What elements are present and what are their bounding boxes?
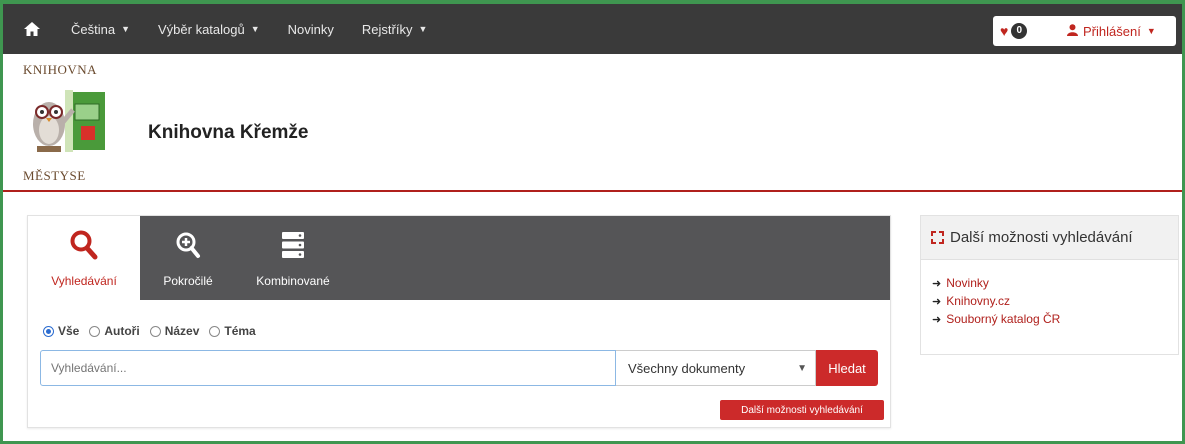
login-label: Přihlášení: [1083, 23, 1141, 39]
user-icon: [1067, 23, 1078, 39]
logo-text-top: KNIHOVNA: [23, 62, 98, 77]
sidebar-links: ➜ Novinky ➜ Knihovny.cz ➜ Souborný katal…: [921, 260, 1178, 326]
tab-basic-search[interactable]: Vyhledávání: [28, 216, 140, 300]
radio-authors-label: Autoři: [104, 324, 140, 338]
radio-topic[interactable]: Téma: [209, 324, 256, 338]
search-icon: [70, 230, 98, 260]
heart-icon: ♥: [1000, 23, 1009, 39]
caret-down-icon: ▼: [418, 24, 428, 34]
caret-down-icon: ▼: [250, 24, 260, 34]
radio-dot: [89, 325, 101, 337]
tab-advanced-label: Pokročilé: [163, 274, 213, 288]
arrow-right-icon: ➜: [932, 277, 942, 290]
arrow-right-icon: ➜: [932, 313, 942, 326]
search-tabbar: Vyhledávání Pokročilé Kombinované: [28, 216, 890, 300]
favorites-count: 0: [1011, 23, 1028, 39]
nav-catalog-label: Výběr katalogů: [158, 21, 245, 37]
sidebar-link-news[interactable]: ➜ Novinky: [932, 276, 1178, 290]
page-frame: Čeština ▼ Výběr katalogů ▼ Novinky Rejst…: [0, 0, 1185, 444]
login-button[interactable]: Přihlášení ▼: [1049, 24, 1156, 39]
server-stack-icon: [281, 230, 305, 260]
tab-advanced-search[interactable]: Pokročilé: [148, 216, 228, 300]
radio-authors[interactable]: Autoři: [89, 324, 140, 338]
site-header: KNIHOVNA MĚSTYSE Knihovna Křemže: [3, 54, 1182, 192]
nav-language[interactable]: Čeština ▼: [57, 4, 144, 54]
radio-title[interactable]: Název: [149, 324, 200, 338]
nav-catalog-select[interactable]: Výběr katalogů ▼: [144, 4, 274, 54]
sidebar-link-label: Novinky: [946, 276, 989, 290]
search-input[interactable]: [40, 350, 616, 386]
chevron-down-icon: ▼: [797, 363, 807, 374]
search-submit-button[interactable]: Hledat: [816, 350, 878, 386]
sidebar-header: Další možnosti vyhledávání: [921, 216, 1178, 260]
sidebar-link-label: Knihovny.cz: [946, 294, 1011, 308]
caret-down-icon: ▼: [121, 24, 130, 34]
search-panel: Vyhledávání Pokročilé Kombinované Vše Au…: [27, 215, 891, 428]
tab-combined-label: Kombinované: [256, 274, 330, 288]
zoom-in-icon: [175, 230, 201, 260]
nav-language-label: Čeština: [71, 21, 116, 37]
nav-user-area: ♥ 0 Přihlášení ▼: [993, 16, 1176, 46]
more-search-options-button[interactable]: Další možnosti vyhledávání: [720, 400, 884, 420]
nav-news-label: Novinky: [287, 21, 334, 37]
caret-down-icon: ▼: [1146, 26, 1156, 36]
radio-title-label: Název: [164, 324, 200, 338]
tab-combined-search[interactable]: Kombinované: [238, 216, 348, 300]
tab-basic-label: Vyhledávání: [51, 274, 117, 288]
home-icon[interactable]: [7, 4, 57, 54]
sidebar-link-label: Souborný katalog ČR: [946, 312, 1061, 326]
radio-all[interactable]: Vše: [43, 324, 79, 338]
library-title: Knihovna Křemže: [148, 122, 309, 143]
sidebar-link-knihovny[interactable]: ➜ Knihovny.cz: [932, 294, 1178, 308]
nav-indexes-label: Rejstříky: [361, 21, 413, 37]
favorites-button[interactable]: ♥ 0: [993, 23, 1049, 39]
top-navbar: Čeština ▼ Výběr katalogů ▼ Novinky Rejst…: [3, 4, 1182, 54]
nav-indexes[interactable]: Rejstříky ▼: [348, 4, 441, 54]
owl-book-logo-image: [33, 90, 105, 152]
radio-all-label: Vše: [58, 324, 80, 338]
sidebar-panel: Další možnosti vyhledávání ➜ Novinky ➜ K…: [920, 215, 1179, 355]
arrow-right-icon: ➜: [932, 295, 942, 308]
document-type-value: Všechny dokumenty: [628, 360, 746, 376]
radio-dot: [209, 325, 221, 337]
document-type-select[interactable]: Všechny dokumenty ▼: [616, 350, 816, 386]
sidebar-title: Další možnosti vyhledávání: [950, 229, 1133, 246]
expand-icon: [931, 231, 944, 244]
search-scope-radios: Vše Autoři Název Téma: [43, 324, 266, 338]
nav-news[interactable]: Novinky: [274, 4, 348, 54]
radio-dot: [43, 325, 54, 337]
sidebar-link-union-catalog[interactable]: ➜ Souborný katalog ČR: [932, 312, 1178, 326]
radio-dot: [149, 325, 161, 337]
radio-topic-label: Téma: [224, 324, 256, 338]
library-logo[interactable]: KNIHOVNA MĚSTYSE: [17, 60, 127, 186]
logo-text-bottom: MĚSTYSE: [23, 168, 86, 183]
